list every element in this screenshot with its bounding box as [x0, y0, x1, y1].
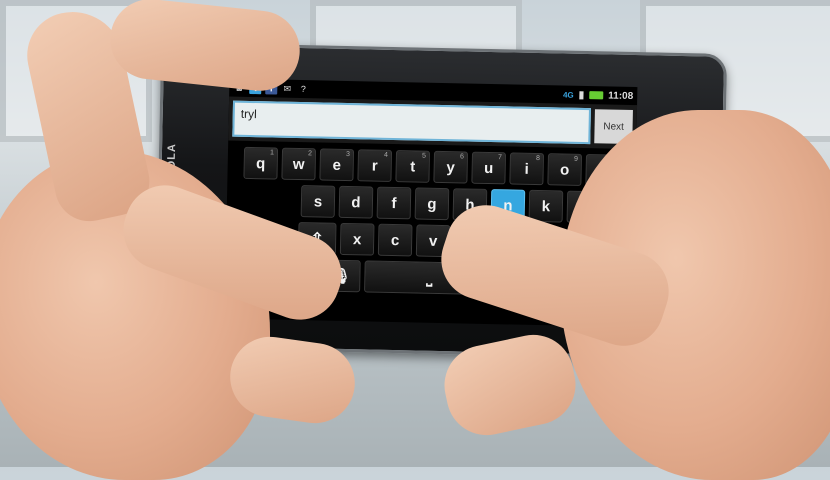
network-indicator: 4G — [562, 90, 574, 100]
key-x[interactable]: x — [339, 222, 375, 256]
key-g[interactable]: g — [414, 187, 450, 221]
clock: 11:08 — [608, 89, 634, 102]
key-number-hint: 1 — [269, 149, 275, 157]
battery-icon — [589, 91, 604, 100]
keyboard-row-1: q1w2e3r4t5y6u7i8o9p0 — [230, 146, 633, 187]
key-number-hint: 8 — [535, 154, 540, 163]
key-number-hint: 2 — [307, 150, 313, 158]
key-f[interactable]: f — [376, 186, 412, 220]
key-q[interactable]: q1 — [243, 146, 279, 180]
key-e[interactable]: e3 — [319, 148, 355, 182]
key-number-hint: 5 — [421, 152, 427, 160]
key-number-hint: 3 — [345, 151, 351, 159]
key-c[interactable]: c — [377, 223, 413, 257]
key-r[interactable]: r4 — [357, 149, 393, 182]
key-u[interactable]: u7 — [471, 151, 507, 185]
mail-icon: ✉ — [283, 83, 292, 94]
key-number-hint: 6 — [459, 153, 465, 161]
key-number-hint: 7 — [497, 154, 502, 162]
key-t[interactable]: t5 — [395, 150, 431, 183]
key-s[interactable]: s — [300, 185, 336, 218]
text-input[interactable]: tryl — [232, 100, 591, 145]
key-d[interactable]: d — [338, 185, 374, 219]
key-number-hint: 4 — [383, 151, 389, 159]
key-i[interactable]: i8 — [509, 152, 545, 186]
key-y[interactable]: y6 — [433, 150, 469, 184]
key-k[interactable]: k — [528, 189, 564, 223]
key-number-hint: 9 — [573, 155, 578, 163]
key-w[interactable]: w2 — [281, 147, 317, 181]
help-icon: ? — [300, 84, 306, 95]
signal-icon: ▮ — [578, 89, 585, 101]
key-o[interactable]: o9 — [547, 153, 583, 186]
